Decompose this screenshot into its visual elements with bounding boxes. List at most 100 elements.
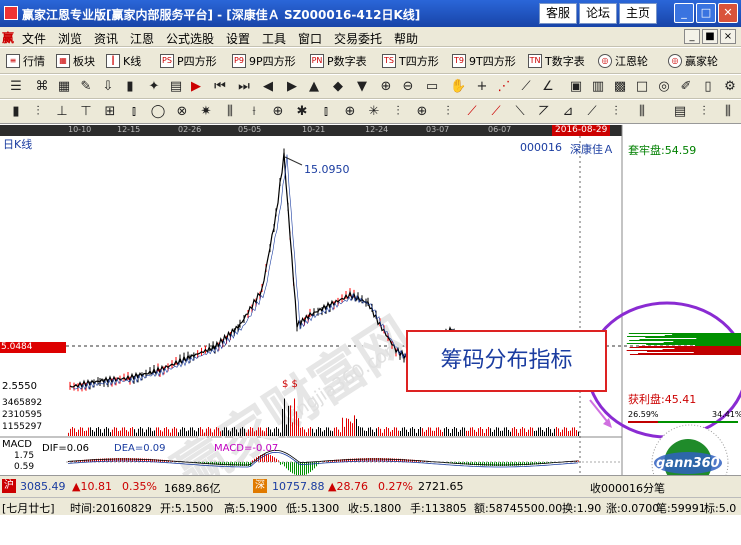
first-icon[interactable]: ⏮	[212, 78, 228, 95]
tool-s-icon[interactable]: ▤	[672, 103, 688, 120]
p-number-table-button[interactable]: PN P数字表	[310, 52, 367, 70]
table-icon[interactable]: ▥	[590, 78, 606, 95]
tool-r-icon[interactable]: ⫼	[634, 103, 650, 120]
spiral-icon[interactable]: ⊗	[174, 103, 190, 120]
period-icon[interactable]: ▮	[8, 103, 24, 120]
menu-app-icon: 赢	[2, 31, 15, 45]
tool-q-icon[interactable]: ⫶	[608, 103, 624, 120]
ring-icon[interactable]: ◎	[656, 78, 672, 95]
gann-fan-icon[interactable]: ⊤	[78, 103, 94, 120]
line-icon[interactable]: ⫾	[126, 103, 142, 120]
sh-index-value: 3085.49	[20, 480, 66, 493]
volume-bar	[320, 428, 321, 436]
minimize-button[interactable]: _	[674, 3, 694, 23]
next-icon[interactable]: ▶	[284, 78, 300, 95]
cross-icon[interactable]: ✦	[146, 78, 162, 95]
menu-file[interactable]: 文件	[22, 30, 46, 47]
up-down-icon[interactable]: ◆	[330, 78, 346, 95]
link-icon[interactable]: ⌘	[34, 78, 50, 95]
menu-browse[interactable]: 浏览	[58, 30, 82, 47]
winner-wheel-button[interactable]: ◎ 赢家轮	[668, 52, 718, 70]
grid-icon[interactable]: ▦	[56, 78, 72, 95]
menu-icon[interactable]: ☰	[8, 78, 24, 95]
pin-icon[interactable]: ✎	[78, 78, 94, 95]
menu-window[interactable]: 窗口	[298, 30, 322, 47]
tool-f-icon[interactable]: ⊕	[342, 103, 358, 120]
tool-e-icon[interactable]: ⫾	[318, 103, 334, 120]
calendar-icon[interactable]: ▣	[568, 78, 584, 95]
gann-wheel-button[interactable]: ◎ 江恩轮	[598, 52, 648, 70]
tool-d-icon[interactable]: ✱	[294, 103, 310, 120]
box-icon[interactable]: ▩	[612, 78, 628, 95]
zoom-out-icon[interactable]: ⊖	[400, 78, 416, 95]
sector-button[interactable]: ▦ 板块	[56, 52, 95, 70]
macd-bar	[276, 458, 277, 462]
ruler-icon[interactable]: ▭	[424, 78, 440, 95]
mdi-minimize-button[interactable]: _	[684, 29, 700, 44]
gann-angle-icon[interactable]: ⊥	[54, 103, 70, 120]
menu-settings[interactable]: 设置	[226, 30, 250, 47]
bar-icon[interactable]: ▮	[122, 78, 138, 95]
eraser-icon[interactable]: ▯	[700, 78, 716, 95]
trend-icon[interactable]: ⋰	[496, 78, 512, 95]
customer-service-button[interactable]: 客服	[539, 3, 577, 24]
arrow-down-icon[interactable]: ⇩	[100, 78, 116, 95]
pencil-icon[interactable]: ✐	[678, 78, 694, 95]
tool-m-icon[interactable]: ⟍	[512, 103, 528, 120]
tool-o-icon[interactable]: ⊿	[560, 103, 576, 120]
menu-help[interactable]: 帮助	[394, 30, 418, 47]
last-icon[interactable]: ⏭	[236, 78, 252, 95]
t-square-button[interactable]: TS T四方形	[382, 52, 439, 70]
tool-j-icon[interactable]: ⫶	[440, 103, 456, 120]
menu-tools[interactable]: 工具	[262, 30, 286, 47]
flag-icon[interactable]: ▶	[188, 78, 204, 95]
zoom-in-icon[interactable]: ⊕	[378, 78, 394, 95]
tool-a-icon[interactable]: ⫼	[222, 103, 238, 120]
chart-icon[interactable]: ▤	[168, 78, 184, 95]
tool-t-icon[interactable]: ⫶	[696, 103, 712, 120]
tool-c-icon[interactable]: ⊕	[270, 103, 286, 120]
maximize-button[interactable]: □	[696, 3, 716, 23]
forum-button[interactable]: 论坛	[579, 3, 617, 24]
fan-icon[interactable]: ⟋	[518, 78, 534, 95]
mdi-restore-button[interactable]: ■	[702, 29, 718, 44]
tool-u-icon[interactable]: ⫼	[720, 103, 736, 120]
menu-gann[interactable]: 江恩	[130, 30, 154, 47]
quote-button[interactable]: ≡ 行情	[6, 52, 45, 70]
tool-i-icon[interactable]: ⊕	[414, 103, 430, 120]
tool-h-icon[interactable]: ⫶	[390, 103, 406, 120]
tool-l-icon[interactable]: ⟋	[488, 103, 504, 120]
close-button[interactable]: ✕	[718, 3, 738, 23]
tool-p-icon[interactable]: ⟋	[584, 103, 600, 120]
menu-formula-screen[interactable]: 公式选股	[166, 30, 214, 47]
prev-icon[interactable]: ◀	[260, 78, 276, 95]
up-icon[interactable]: ▲	[306, 78, 322, 95]
square-icon[interactable]: □	[634, 78, 650, 95]
gann-box-icon[interactable]: ⊞	[102, 103, 118, 120]
volume-bar	[224, 427, 225, 436]
tool-n-icon[interactable]: ⦢	[536, 103, 552, 120]
t-number-table-button[interactable]: TN T数字表	[528, 52, 585, 70]
angle-icon[interactable]: ∠	[540, 78, 556, 95]
p-square-button[interactable]: PS P四方形	[160, 52, 217, 70]
hand-icon[interactable]: ✋	[450, 78, 466, 95]
down-icon[interactable]: ▼	[354, 78, 370, 95]
crosshair-icon[interactable]: +	[474, 78, 490, 95]
homepage-button[interactable]: 主页	[619, 3, 657, 24]
tool-b-icon[interactable]: ⟊	[246, 103, 262, 120]
menu-news[interactable]: 资讯	[94, 30, 118, 47]
9t-square-button[interactable]: T9 9T四方形	[452, 52, 516, 70]
chart-area[interactable]: 10-10 12-15 02-26 05-05 10-21 12-24 03-0…	[0, 125, 741, 475]
tool-k-icon[interactable]: ⟋	[464, 103, 480, 120]
circle-icon[interactable]: ◯	[150, 103, 166, 120]
mdi-close-button[interactable]: ×	[720, 29, 736, 44]
kline-button[interactable]: ┃ K线	[106, 52, 141, 70]
menu-trade[interactable]: 交易委托	[334, 30, 382, 47]
9p-square-button[interactable]: P9 9P四方形	[232, 52, 296, 70]
settings-icon[interactable]: ⚙	[722, 78, 738, 95]
tool-g-icon[interactable]: ✳	[366, 103, 382, 120]
tick-icon[interactable]: ⫶	[30, 103, 46, 120]
star-icon[interactable]: ✷	[198, 103, 214, 120]
volume-bar	[344, 426, 345, 436]
minute-tick-link[interactable]: 收000016分笔	[590, 480, 665, 496]
